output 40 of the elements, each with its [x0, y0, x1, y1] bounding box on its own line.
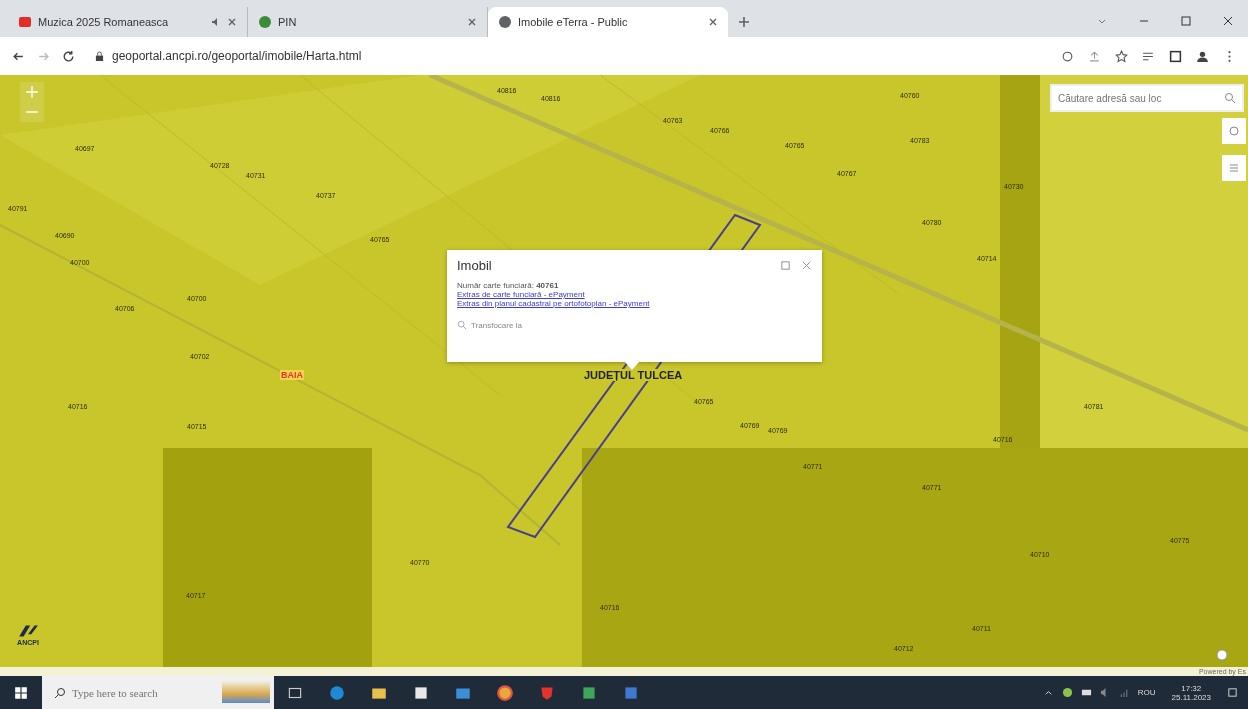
zoom-to-link[interactable]: Transfocare la — [457, 320, 522, 330]
tab-title: PIN — [278, 16, 298, 28]
place-label: BAIA — [280, 370, 304, 380]
search-field[interactable]: Căutare adresă sau loc — [1050, 84, 1244, 112]
location-dot-icon[interactable] — [1216, 649, 1228, 661]
site-icon — [18, 15, 32, 29]
wifi-icon[interactable] — [1118, 687, 1130, 698]
region-label: JUDEȚUL TULCEA — [582, 369, 685, 381]
close-icon[interactable] — [467, 17, 477, 27]
star-icon[interactable] — [1115, 49, 1128, 63]
address-field[interactable]: geoportal.ancpi.ro/geoportal/imobile/Harta.html — [87, 42, 1049, 70]
extract-link[interactable]: Extras de carte funciară - ePayment — [457, 290, 585, 299]
close-icon[interactable] — [708, 17, 718, 27]
close-icon[interactable] — [227, 17, 237, 27]
search-icon[interactable] — [1224, 92, 1236, 104]
extract-link[interactable]: Extras din planul cadastral pe ortofotoplan - ePayment — [457, 299, 650, 308]
reload-icon[interactable] — [62, 49, 75, 63]
site-icon — [498, 15, 512, 29]
browser-tab[interactable]: Imobile eTerra - Public — [488, 7, 728, 37]
landscape-picture — [222, 681, 270, 703]
lock-icon — [95, 50, 104, 62]
share-icon[interactable] — [1088, 49, 1101, 63]
notification-icon[interactable] — [1227, 687, 1238, 698]
search-icon — [457, 320, 467, 330]
tab-title: Imobile eTerra - Public — [518, 16, 629, 28]
maximize-icon[interactable] — [1180, 15, 1192, 27]
land-book-number: Număr carte funciară: 40761 — [457, 281, 559, 290]
site-icon — [258, 15, 272, 29]
search-icon — [54, 687, 66, 699]
language-indicator[interactable]: ROU — [1137, 688, 1156, 697]
circle-icon[interactable] — [1061, 687, 1073, 698]
side-panel-icon[interactable] — [1169, 49, 1182, 63]
agency-logo-icon — [17, 623, 39, 639]
popup-title: Imobil — [457, 258, 493, 273]
new-tab-icon[interactable] — [738, 16, 750, 28]
profile-icon[interactable] — [1196, 49, 1209, 63]
clock[interactable]: 17:32 25.11.2023 — [1171, 683, 1211, 702]
list-icon — [1228, 162, 1240, 174]
close-icon[interactable] — [1222, 15, 1234, 27]
tab-title: Muzica 2025 Romaneasca — [38, 16, 170, 28]
